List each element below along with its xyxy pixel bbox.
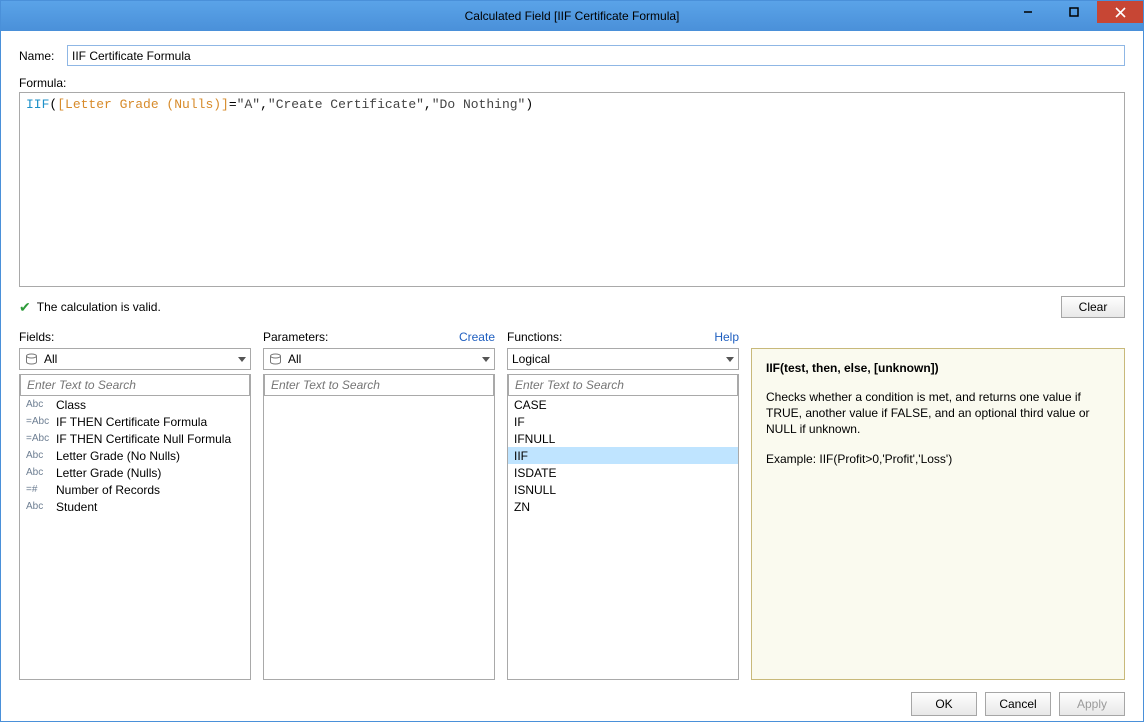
name-input[interactable] [67,45,1125,66]
parameters-label: Parameters: [263,330,328,344]
window-controls [1005,1,1143,31]
list-item[interactable]: ISDATE [508,464,738,481]
help-signature: IIF(test, then, else, [unknown]) [766,361,1110,375]
field-type-icon: Abc [26,450,48,461]
list-item[interactable]: IF [508,413,738,430]
functions-panel: Functions: Help Logical CASE IF IFNULL IIF I… [507,328,739,680]
function-label: IF [514,415,525,429]
minimize-icon [1023,7,1033,17]
field-label: Student [56,500,97,514]
maximize-button[interactable] [1051,1,1097,23]
function-label: IIF [514,449,528,463]
parameters-dropdown-value: All [288,352,301,366]
list-item[interactable]: Abc Letter Grade (No Nulls) [20,447,250,464]
close-icon [1115,7,1126,18]
help-panel: IIF(test, then, else, [unknown]) Checks … [751,328,1125,680]
functions-help-link[interactable]: Help [714,330,739,344]
help-description: Checks whether a condition is met, and r… [766,389,1110,438]
list-item[interactable]: Abc Class [20,396,250,413]
function-label: CASE [514,398,547,412]
field-label: Letter Grade (Nulls) [56,466,161,480]
create-parameter-link[interactable]: Create [459,330,495,344]
field-label: IF THEN Certificate Formula [56,415,207,429]
ok-button[interactable]: OK [911,692,977,716]
field-type-icon: Abc [26,399,48,410]
list-item[interactable]: Abc Student [20,498,250,515]
cancel-button[interactable]: Cancel [985,692,1051,716]
apply-button[interactable]: Apply [1059,692,1125,716]
chevron-down-icon [726,352,734,366]
list-item[interactable]: =Abc IF THEN Certificate Null Formula [20,430,250,447]
close-button[interactable] [1097,1,1143,23]
parameters-panel: Parameters: Create All [263,328,495,680]
datasource-icon [268,353,282,366]
formula-token-field: [Letter Grade (Nulls)] [57,97,229,112]
list-item[interactable]: IIF [508,447,738,464]
parameters-dropdown[interactable]: All [263,348,495,370]
validation-status: The calculation is valid. [37,300,1061,314]
fields-listbox[interactable]: AbcClass=AbcIF THEN Certificate Formula=… [19,374,251,680]
list-item[interactable]: =Abc IF THEN Certificate Formula [20,413,250,430]
formula-input[interactable]: IIF([Letter Grade (Nulls)]="A","Create C… [19,92,1125,287]
list-item[interactable]: ISNULL [508,481,738,498]
formula-label: Formula: [19,76,1125,90]
datasource-icon [24,353,38,366]
field-type-icon: =Abc [26,416,48,427]
field-type-icon: =# [26,484,48,495]
list-item[interactable]: Abc Letter Grade (Nulls) [20,464,250,481]
checkmark-icon: ✔ [19,300,31,314]
field-type-icon: Abc [26,501,48,512]
functions-search-input[interactable] [508,374,738,396]
list-item[interactable]: ZN [508,498,738,515]
help-example: Example: IIF(Profit>0,'Profit','Loss') [766,452,1110,466]
field-label: Class [56,398,86,412]
parameters-listbox[interactable] [263,374,495,680]
field-label: Letter Grade (No Nulls) [56,449,180,463]
functions-listbox[interactable]: CASE IF IFNULL IIF ISDATE ISNULL ZN [507,374,739,680]
clear-button[interactable]: Clear [1061,296,1125,318]
fields-panel: Fields: All Abc Class =Abc IF THEN Certific… [19,328,251,680]
titlebar: Calculated Field [IIF Certificate Formul… [1,1,1143,31]
field-type-icon: =Abc [26,433,48,444]
list-item[interactable]: =# Number of Records [20,481,250,498]
functions-dropdown[interactable]: Logical [507,348,739,370]
parameters-search-input[interactable] [264,374,494,396]
minimize-button[interactable] [1005,1,1051,23]
function-label: ZN [514,500,530,514]
function-label: ISNULL [514,483,556,497]
fields-search-input[interactable] [20,374,250,396]
functions-label: Functions: [507,330,562,344]
fields-dropdown-value: All [44,352,57,366]
fields-label: Fields: [19,330,54,344]
field-label: IF THEN Certificate Null Formula [56,432,231,446]
function-label: ISDATE [514,466,556,480]
formula-token-func: IIF [26,97,49,112]
chevron-down-icon [482,352,490,366]
functions-dropdown-value: Logical [512,352,550,366]
name-label: Name: [19,49,59,63]
fields-dropdown[interactable]: All [19,348,251,370]
field-label: Number of Records [56,483,160,497]
list-item[interactable]: CASE [508,396,738,413]
field-type-icon: Abc [26,467,48,478]
maximize-icon [1069,7,1079,17]
list-item[interactable]: IFNULL [508,430,738,447]
chevron-down-icon [238,352,246,366]
window-title: Calculated Field [IIF Certificate Formul… [1,9,1143,23]
function-label: IFNULL [514,432,555,446]
